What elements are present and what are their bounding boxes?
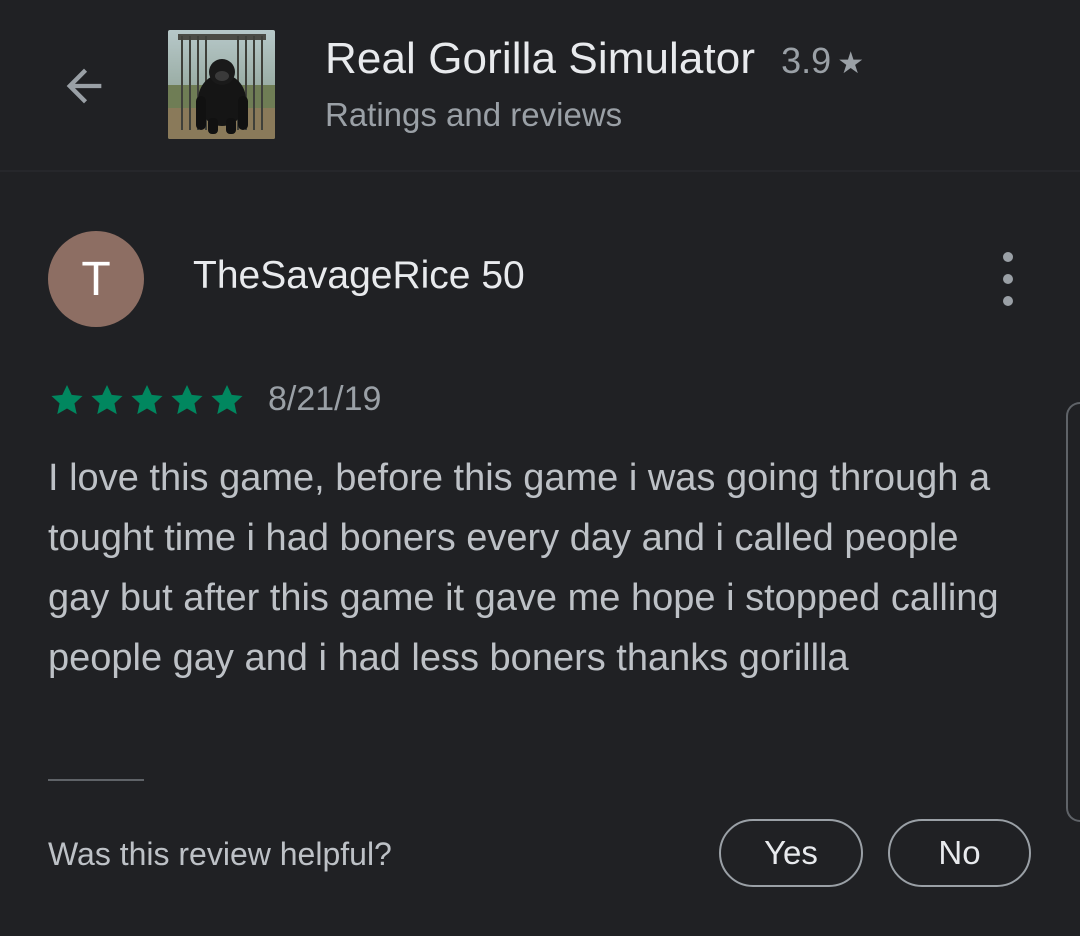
review-date: 8/21/19 <box>268 380 382 418</box>
avatar-initial: T <box>81 252 111 306</box>
review-text: I love this game, before this game i was… <box>48 457 999 679</box>
divider <box>48 779 144 781</box>
app-header: Real Gorilla Simulator 3.9 ★ Ratings and… <box>0 0 1080 170</box>
arrow-back-icon <box>66 68 102 104</box>
reviewer-name: TheSavageRice 50 <box>193 254 525 297</box>
star-icon <box>51 384 83 415</box>
more-vert-icon <box>1003 252 1013 306</box>
back-button[interactable] <box>44 50 124 122</box>
yes-button[interactable]: Yes <box>719 819 863 887</box>
page-subtitle: Ratings and reviews <box>325 96 623 133</box>
no-button[interactable]: No <box>888 819 1031 887</box>
review-detail-screen: Real Gorilla Simulator 3.9 ★ Ratings and… <box>0 0 1080 936</box>
star-icon <box>171 384 203 415</box>
avatar: T <box>48 231 144 327</box>
star-icon <box>131 384 163 415</box>
star-icon <box>91 384 123 415</box>
header-divider <box>0 170 1080 172</box>
star-icon: ★ <box>837 47 865 80</box>
more-options-button[interactable] <box>985 252 1031 306</box>
app-title: Real Gorilla Simulator <box>325 34 756 83</box>
star-rating <box>48 378 246 422</box>
helpful-prompt: Was this review helpful? <box>48 836 392 872</box>
gorilla-app-icon <box>168 30 275 139</box>
star-icon <box>211 384 243 415</box>
scroll-edge <box>1066 402 1080 822</box>
app-rating: 3.9 <box>781 40 832 81</box>
app-title-row: Real Gorilla Simulator 3.9 ★ <box>325 34 864 94</box>
